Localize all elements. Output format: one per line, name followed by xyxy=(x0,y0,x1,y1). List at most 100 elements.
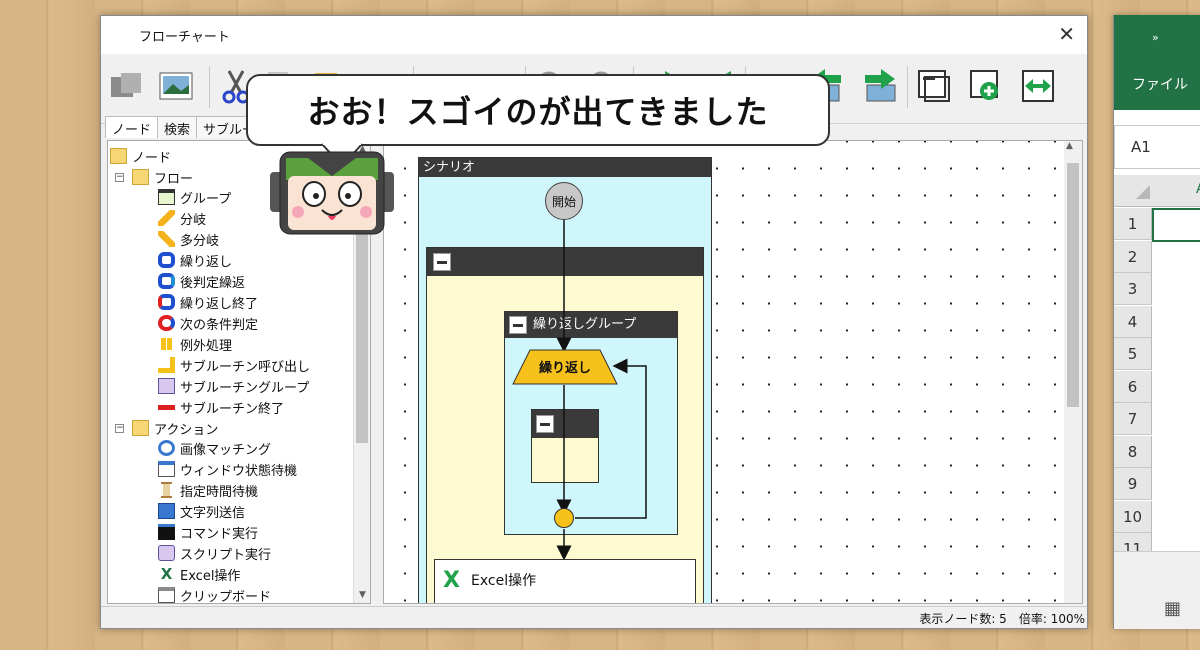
post-loop-icon xyxy=(158,273,175,289)
status-text: 表示ノード数: 5 倍率: 100% xyxy=(919,612,1085,626)
tree-item-label: 繰り返し終了 xyxy=(180,296,259,312)
grid-view-icon[interactable]: ▦ xyxy=(1164,598,1181,619)
tree-item-next-condition[interactable]: 次の条件判定 xyxy=(158,313,258,333)
tree-item-label: グループ xyxy=(180,191,232,207)
window-title: フローチャート xyxy=(139,30,230,45)
loop-icon xyxy=(158,252,175,268)
tree-item-label: 分岐 xyxy=(180,212,207,228)
merge-point[interactable] xyxy=(554,508,574,528)
tree-item-group[interactable]: グループ xyxy=(158,187,231,207)
move-right-icon[interactable] xyxy=(861,66,899,106)
tree-item-label: 例外処理 xyxy=(180,338,233,354)
tree-action-label: アクション xyxy=(154,422,219,438)
tree-item-label: 次の条件判定 xyxy=(180,317,259,333)
tree-item-subroutine-group[interactable]: サブルーチングループ xyxy=(158,376,309,396)
collapse-group-icon[interactable] xyxy=(915,66,953,106)
tree-item-subroutine-call[interactable]: サブルーチン呼び出し xyxy=(158,355,310,375)
row-header[interactable]: 7 xyxy=(1114,403,1152,435)
tree-item-label: 後判定繰返 xyxy=(180,275,246,291)
scroll-thumb[interactable] xyxy=(1067,163,1079,407)
row-header[interactable]: 10 xyxy=(1114,500,1152,533)
folder-icon xyxy=(110,148,127,164)
row-header[interactable]: 5 xyxy=(1114,338,1152,370)
tree-item-script[interactable]: スクリプト実行 xyxy=(158,543,271,563)
magnifier-icon xyxy=(158,440,175,456)
name-box-value: A1 xyxy=(1131,138,1151,156)
clipboard-icon xyxy=(158,587,175,603)
loop-end-icon xyxy=(158,294,175,310)
row-header[interactable]: 1 xyxy=(1114,208,1152,240)
tree-root[interactable]: ノード xyxy=(110,146,171,166)
scroll-up-icon[interactable]: ▲ xyxy=(1066,141,1073,151)
tree-item-label: サブルーチングループ xyxy=(180,380,310,396)
open-file-icon[interactable] xyxy=(107,66,145,106)
row-header[interactable]: 4 xyxy=(1114,305,1152,338)
tree-item-time-wait[interactable]: 指定時間待機 xyxy=(158,480,258,500)
row-header[interactable]: 3 xyxy=(1114,273,1152,305)
row-header[interactable]: 6 xyxy=(1114,370,1152,403)
tree-item-post-loop[interactable]: 後判定繰返 xyxy=(158,271,245,291)
tree-item-exception[interactable]: 例外処理 xyxy=(158,334,232,354)
tree-item-window-wait[interactable]: ウィンドウ状態待機 xyxy=(158,459,297,479)
active-cell[interactable] xyxy=(1152,208,1200,242)
row-header[interactable]: 9 xyxy=(1114,468,1152,500)
tree-item-send-text[interactable]: 文字列送信 xyxy=(158,501,245,521)
folder-icon xyxy=(132,420,149,436)
mascot-face-icon xyxy=(270,151,394,235)
tree-flow-label: フロー xyxy=(154,171,194,187)
expand-width-icon[interactable] xyxy=(1019,66,1057,106)
tree-item-multi-branch[interactable]: 多分岐 xyxy=(158,229,219,249)
tree-root-label: ノード xyxy=(132,150,172,166)
tree-item-loop[interactable]: 繰り返し xyxy=(158,250,232,270)
loop-node[interactable]: 繰り返し xyxy=(512,349,618,385)
multi-branch-icon xyxy=(158,231,175,247)
script-icon xyxy=(158,545,175,561)
excel-node[interactable]: X Excel操作 xyxy=(434,559,696,603)
name-box[interactable]: A1 xyxy=(1114,125,1200,169)
tab-search[interactable]: 検索 xyxy=(157,116,198,138)
close-icon[interactable]: ✕ xyxy=(1058,22,1075,46)
collapse-action-toggle[interactable]: − xyxy=(115,424,124,433)
connector-lines xyxy=(556,220,647,561)
row-header[interactable]: 8 xyxy=(1114,435,1152,468)
select-all-icon[interactable] xyxy=(1136,185,1150,199)
tree-item-subroutine-end[interactable]: サブルーチン終了 xyxy=(158,397,284,417)
column-header-a[interactable]: A xyxy=(1196,181,1200,197)
row-header[interactable]: 2 xyxy=(1114,240,1152,273)
collapse-flow-toggle[interactable]: − xyxy=(115,173,124,182)
flowchart-canvas[interactable]: シナリオ 開始 繰り返しグループ 繰り返し X Excel操作 ▲ xyxy=(383,140,1083,604)
tree-item-image-matching[interactable]: 画像マッチング xyxy=(158,438,271,458)
hourglass-icon xyxy=(158,482,175,498)
tab-node[interactable]: ノード xyxy=(105,116,159,138)
image-icon[interactable] xyxy=(157,66,195,106)
tree-action[interactable]: アクション xyxy=(132,418,218,438)
tree-item-label: サブルーチン終了 xyxy=(180,401,285,417)
tree-item-label: 繰り返し xyxy=(180,254,233,270)
sheet-footer: ▦ xyxy=(1114,551,1200,629)
caption-bubble: おお！スゴイのが出てきました xyxy=(246,74,830,146)
excel-node-label: Excel操作 xyxy=(471,573,537,589)
tree-item-excel[interactable]: X Excel操作 xyxy=(158,564,241,584)
tree-item-label: 指定時間待機 xyxy=(180,484,259,500)
tree-item-label: Excel操作 xyxy=(180,568,241,584)
add-group-icon[interactable] xyxy=(967,66,1005,106)
tree-item-command[interactable]: コマンド実行 xyxy=(158,522,258,542)
tree-item-clipboard[interactable]: クリップボード xyxy=(158,585,271,603)
loop-node-label: 繰り返し xyxy=(538,361,591,376)
chevron-right-icon[interactable]: » xyxy=(1152,31,1159,44)
tree-flow[interactable]: フロー xyxy=(132,167,193,187)
tree-item-branch[interactable]: 分岐 xyxy=(158,208,206,228)
subroutine-call-icon xyxy=(158,357,175,373)
tree-item-label: ウィンドウ状態待機 xyxy=(180,463,298,479)
tree-item-label: 画像マッチング xyxy=(180,442,272,458)
excel-x-icon: X xyxy=(443,568,460,593)
scroll-down-icon[interactable]: ▼ xyxy=(354,587,370,603)
file-menu[interactable]: ファイル xyxy=(1132,74,1188,94)
next-condition-icon xyxy=(158,315,175,331)
column-header-row: A xyxy=(1114,175,1200,207)
tree-item-loop-end[interactable]: 繰り返し終了 xyxy=(158,292,258,312)
mascot-character xyxy=(268,150,396,236)
command-icon xyxy=(158,524,175,540)
canvas-scrollbar[interactable]: ▲ xyxy=(1064,141,1082,603)
excel-x-icon: X xyxy=(160,565,173,583)
